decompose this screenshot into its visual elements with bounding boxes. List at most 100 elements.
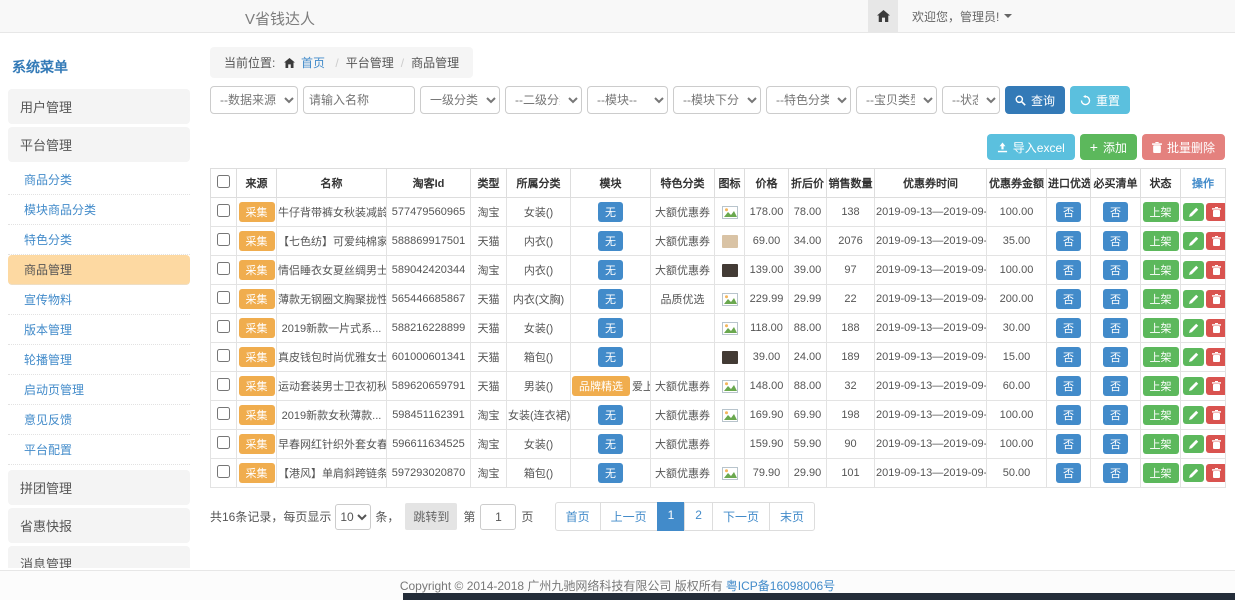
import-toggle-button[interactable]: 否 [1056, 231, 1081, 251]
add-button[interactable]: + 添加 [1080, 134, 1137, 160]
sidebar-item-1-6[interactable]: 轮播管理 [8, 345, 190, 375]
filter-select-6[interactable]: --特色分类-- [766, 86, 851, 114]
sidebar-group-1[interactable]: 平台管理 [8, 127, 190, 162]
must-buy-toggle-button[interactable]: 否 [1103, 376, 1128, 396]
edit-row-button[interactable] [1183, 435, 1204, 453]
delete-row-button[interactable] [1206, 203, 1226, 221]
pager-button-4[interactable]: 下一页 [712, 502, 770, 531]
row-checkbox[interactable] [217, 262, 230, 275]
status-badge[interactable]: 上架 [1143, 260, 1179, 280]
status-badge[interactable]: 上架 [1143, 405, 1179, 425]
delete-row-button[interactable] [1206, 435, 1226, 453]
status-badge[interactable]: 上架 [1143, 347, 1179, 367]
batch-delete-button[interactable]: 批量删除 [1142, 134, 1225, 160]
delete-row-button[interactable] [1206, 406, 1226, 424]
name-search-input[interactable] [303, 86, 415, 114]
pager-button-3[interactable]: 2 [684, 502, 713, 531]
sidebar-group-2[interactable]: 拼团管理 [8, 470, 190, 505]
delete-row-button[interactable] [1206, 290, 1226, 308]
edit-row-button[interactable] [1183, 232, 1204, 250]
edit-row-button[interactable] [1183, 377, 1204, 395]
icp-link[interactable]: 粤ICP备16098006号 [726, 577, 835, 594]
edit-row-button[interactable] [1183, 319, 1204, 337]
row-checkbox[interactable] [217, 349, 230, 362]
per-page-select[interactable]: 10 [335, 504, 371, 530]
edit-row-button[interactable] [1183, 464, 1204, 482]
sidebar-group-3[interactable]: 省惠快报 [8, 508, 190, 543]
row-checkbox[interactable] [217, 204, 230, 217]
status-badge[interactable]: 上架 [1143, 202, 1179, 222]
module-badge[interactable]: 无 [598, 463, 623, 483]
select-all-checkbox[interactable] [217, 175, 230, 188]
pager-button-5[interactable]: 末页 [769, 502, 815, 531]
import-toggle-button[interactable]: 否 [1056, 289, 1081, 309]
delete-row-button[interactable] [1206, 319, 1226, 337]
sidebar-group-4[interactable]: 消息管理 [8, 546, 190, 568]
jump-to-button[interactable]: 跳转到 [405, 503, 457, 530]
sidebar-item-1-3[interactable]: 商品管理 [8, 255, 190, 285]
must-buy-toggle-button[interactable]: 否 [1103, 318, 1128, 338]
reset-button[interactable]: 重置 [1070, 86, 1130, 114]
import-toggle-button[interactable]: 否 [1056, 405, 1081, 425]
row-checkbox[interactable] [217, 465, 230, 478]
breadcrumb-home-link[interactable]: 首页 [301, 56, 325, 70]
status-badge[interactable]: 上架 [1143, 289, 1179, 309]
edit-row-button[interactable] [1183, 261, 1204, 279]
must-buy-toggle-button[interactable]: 否 [1103, 405, 1128, 425]
module-badge[interactable]: 无 [598, 318, 623, 338]
must-buy-toggle-button[interactable]: 否 [1103, 289, 1128, 309]
filter-select-4[interactable]: --模块-- [587, 86, 668, 114]
sidebar-item-1-7[interactable]: 启动页管理 [8, 375, 190, 405]
filter-select-0[interactable]: --数据来源-- [210, 86, 298, 114]
status-badge[interactable]: 上架 [1143, 231, 1179, 251]
import-toggle-button[interactable]: 否 [1056, 376, 1081, 396]
edit-row-button[interactable] [1183, 290, 1204, 308]
row-checkbox[interactable] [217, 407, 230, 420]
filter-select-8[interactable]: --状态-- [942, 86, 1000, 114]
import-toggle-button[interactable]: 否 [1056, 260, 1081, 280]
row-checkbox[interactable] [217, 291, 230, 304]
must-buy-toggle-button[interactable]: 否 [1103, 260, 1128, 280]
filter-select-7[interactable]: --宝贝类型-- [856, 86, 937, 114]
must-buy-toggle-button[interactable]: 否 [1103, 231, 1128, 251]
import-toggle-button[interactable]: 否 [1056, 202, 1081, 222]
module-badge[interactable]: 无 [598, 434, 623, 454]
sidebar-group-0[interactable]: 用户管理 [8, 89, 190, 124]
delete-row-button[interactable] [1206, 232, 1226, 250]
sidebar-item-1-9[interactable]: 平台配置 [8, 435, 190, 465]
filter-select-3[interactable]: --二级分类-- [505, 86, 582, 114]
module-badge[interactable]: 无 [598, 260, 623, 280]
pager-button-0[interactable]: 首页 [555, 502, 601, 531]
edit-row-button[interactable] [1183, 203, 1204, 221]
sidebar-item-1-0[interactable]: 商品分类 [8, 165, 190, 195]
pager-button-2[interactable]: 1 [657, 502, 686, 531]
edit-row-button[interactable] [1183, 348, 1204, 366]
must-buy-toggle-button[interactable]: 否 [1103, 434, 1128, 454]
module-badge[interactable]: 无 [598, 289, 623, 309]
sidebar-item-1-8[interactable]: 意见反馈 [8, 405, 190, 435]
import-toggle-button[interactable]: 否 [1056, 463, 1081, 483]
search-button[interactable]: 查询 [1005, 86, 1065, 114]
must-buy-toggle-button[interactable]: 否 [1103, 202, 1128, 222]
must-buy-toggle-button[interactable]: 否 [1103, 347, 1128, 367]
row-checkbox[interactable] [217, 436, 230, 449]
delete-row-button[interactable] [1206, 348, 1226, 366]
sidebar-item-1-5[interactable]: 版本管理 [8, 315, 190, 345]
sidebar-item-1-4[interactable]: 宣传物料 [8, 285, 190, 315]
delete-row-button[interactable] [1206, 261, 1226, 279]
import-toggle-button[interactable]: 否 [1056, 347, 1081, 367]
delete-row-button[interactable] [1206, 377, 1226, 395]
must-buy-toggle-button[interactable]: 否 [1103, 463, 1128, 483]
status-badge[interactable]: 上架 [1143, 318, 1179, 338]
status-badge[interactable]: 上架 [1143, 376, 1179, 396]
row-checkbox[interactable] [217, 320, 230, 333]
row-checkbox[interactable] [217, 233, 230, 246]
module-badge[interactable]: 无 [598, 405, 623, 425]
filter-select-5[interactable]: --模块下分类-- [673, 86, 761, 114]
row-checkbox[interactable] [217, 378, 230, 391]
filter-select-2[interactable]: 一级分类 [420, 86, 500, 114]
status-badge[interactable]: 上架 [1143, 434, 1179, 454]
import-toggle-button[interactable]: 否 [1056, 434, 1081, 454]
import-toggle-button[interactable]: 否 [1056, 318, 1081, 338]
edit-row-button[interactable] [1183, 406, 1204, 424]
